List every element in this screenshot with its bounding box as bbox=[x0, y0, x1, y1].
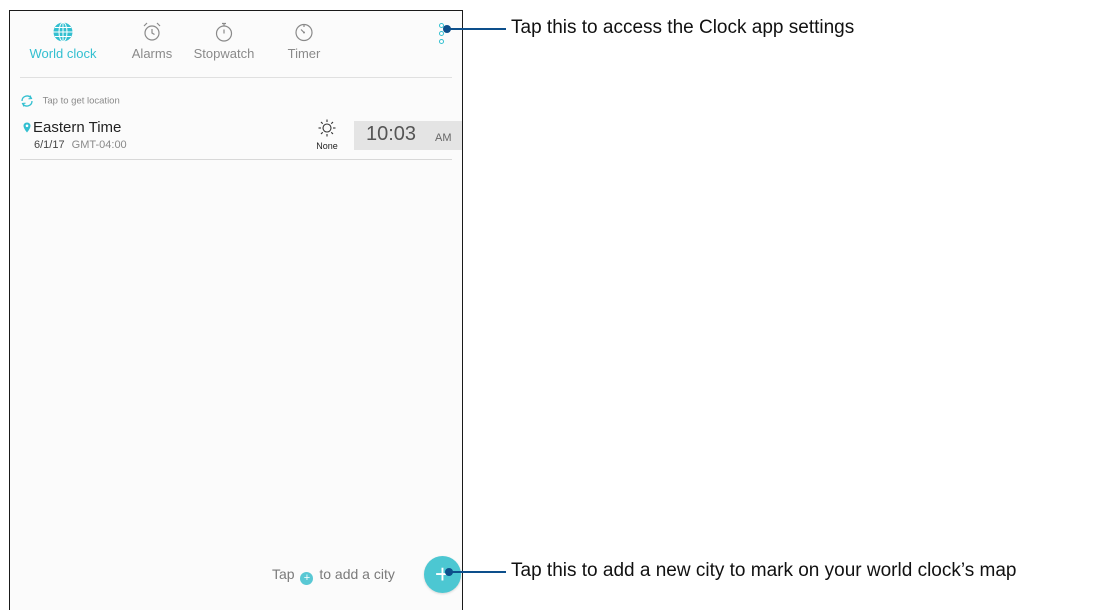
add-city-callout-line bbox=[452, 571, 506, 573]
stopwatch-icon bbox=[215, 22, 233, 42]
get-location-row[interactable]: Tap to get location bbox=[20, 94, 120, 108]
globe-icon bbox=[53, 22, 73, 42]
tab-alarms[interactable]: Alarms bbox=[120, 21, 184, 61]
location-pin-icon bbox=[23, 122, 31, 133]
sun-icon bbox=[318, 119, 336, 137]
tab-label: Alarms bbox=[131, 46, 173, 61]
weather-label: None bbox=[316, 141, 338, 151]
tab-world-clock[interactable]: World clock bbox=[18, 21, 108, 61]
city-time: 10:03 bbox=[366, 123, 417, 145]
tab-label: World clock bbox=[29, 46, 97, 61]
tab-bar: World clock Alarms Stopwatch Timer bbox=[10, 11, 462, 77]
city-time-box: 10:03 AM bbox=[354, 121, 462, 150]
add-city-hint: Tap + to add a city bbox=[272, 566, 395, 585]
add-city-hint-prefix: Tap bbox=[272, 566, 295, 582]
tab-label: Timer bbox=[287, 46, 321, 61]
tab-label: Stopwatch bbox=[193, 46, 255, 61]
alarm-clock-icon bbox=[143, 22, 161, 41]
weather-indicator: None bbox=[312, 119, 342, 151]
tab-divider bbox=[20, 77, 452, 78]
phone-screen: World clock Alarms Stopwatch Timer Tap t… bbox=[9, 10, 463, 610]
settings-callout-line bbox=[450, 28, 506, 30]
tab-timer[interactable]: Timer bbox=[278, 21, 330, 61]
city-date-line: 6/1/17 GMT-04:00 bbox=[34, 139, 127, 151]
city-ampm: AM bbox=[435, 132, 452, 144]
add-city-callout-text: Tap this to add a new city to mark on yo… bbox=[511, 560, 1017, 581]
timer-icon bbox=[295, 23, 313, 42]
city-date: 6/1/17 bbox=[34, 139, 65, 151]
add-city-hint-suffix: to add a city bbox=[319, 566, 395, 582]
tab-stopwatch[interactable]: Stopwatch bbox=[184, 21, 264, 61]
refresh-icon bbox=[21, 95, 33, 107]
add-city-button[interactable]: + bbox=[424, 556, 461, 593]
city-row[interactable]: Eastern Time 6/1/17 GMT-04:00 None 10:03… bbox=[20, 117, 462, 160]
plus-icon: + bbox=[300, 572, 314, 585]
city-gmt-offset: GMT-04:00 bbox=[71, 139, 127, 151]
settings-callout-text: Tap this to access the Clock app setting… bbox=[511, 17, 855, 38]
get-location-label: Tap to get location bbox=[42, 95, 120, 107]
city-name: Eastern Time bbox=[33, 119, 122, 136]
